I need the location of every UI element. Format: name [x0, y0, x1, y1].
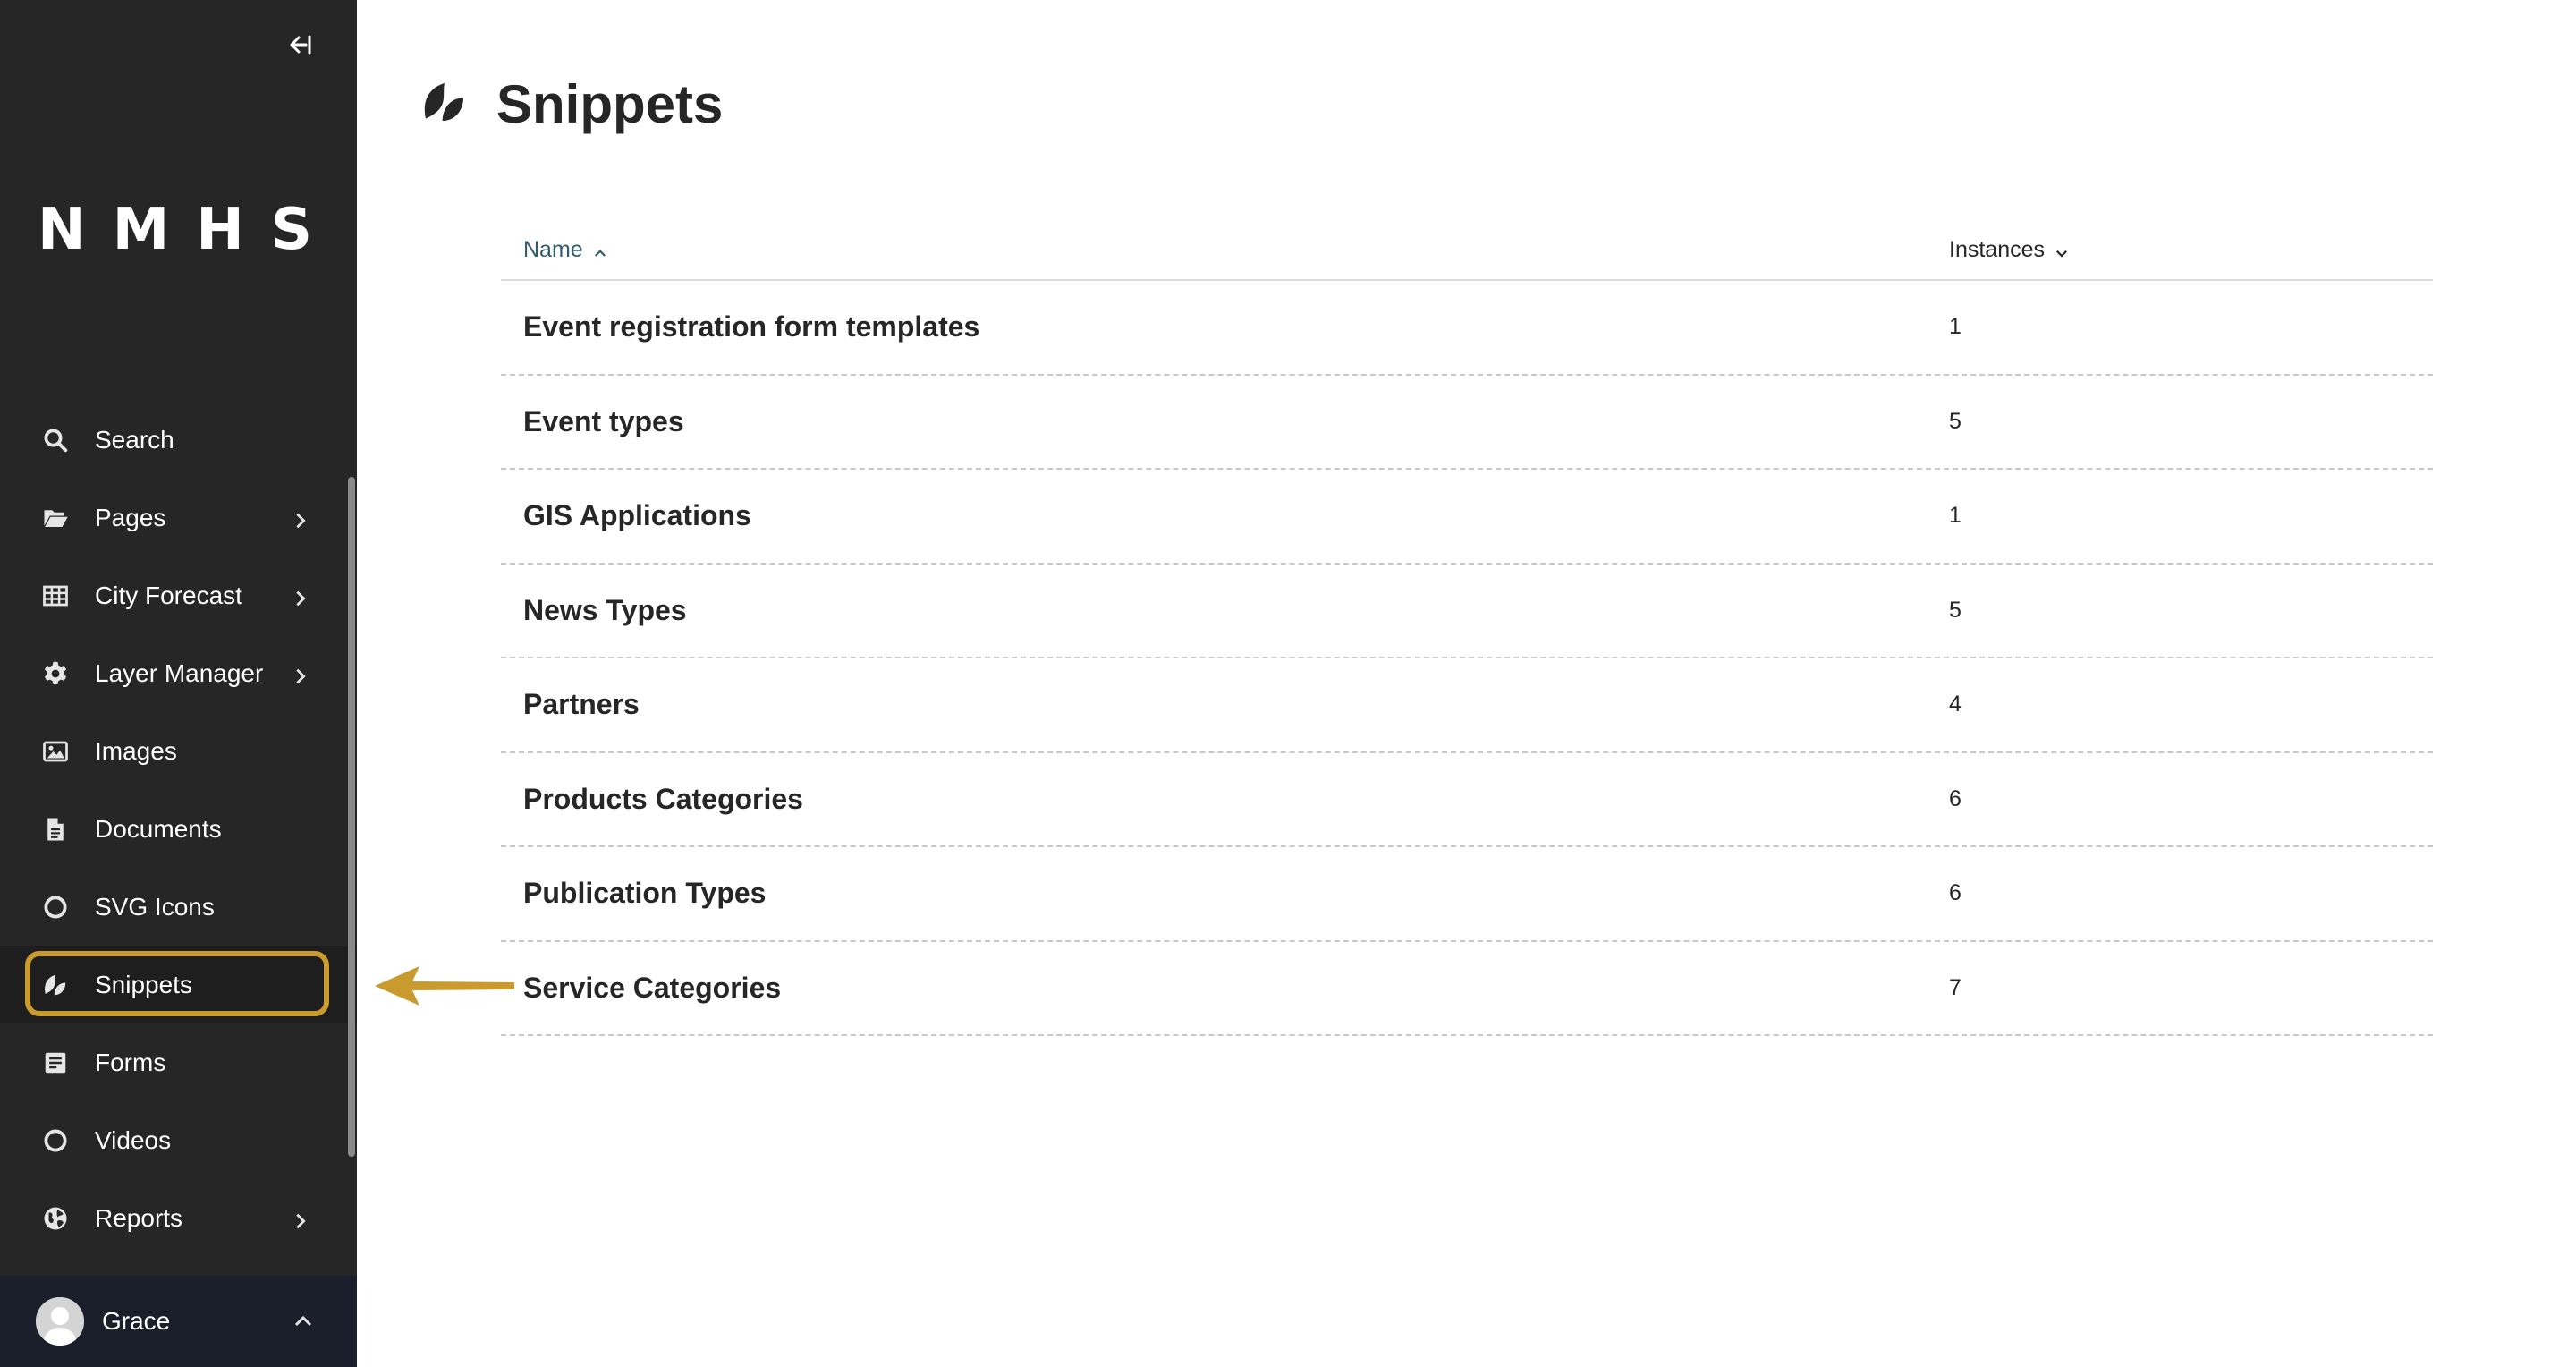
sidebar-scrollbar[interactable]	[348, 477, 355, 1157]
sidebar-item-label: Snippets	[95, 970, 192, 998]
chevron-right-icon	[291, 508, 310, 528]
snippet-name-link[interactable]: GIS Applications	[523, 470, 751, 563]
user-avatar-icon	[36, 1297, 84, 1346]
column-header-label: Name	[523, 236, 583, 262]
sidebar-item-label: Forms	[95, 1048, 166, 1076]
snippet-name-link[interactable]: Partners	[523, 658, 640, 751]
snippet-name-link[interactable]: Event registration form templates	[523, 281, 979, 374]
instance-count: 1	[1949, 503, 1962, 529]
sidebar-item-pages[interactable]: Pages	[0, 479, 357, 556]
chevron-right-icon	[291, 664, 310, 684]
app: NMHS Search Pages City Forecast Layer Ma…	[0, 0, 2576, 1367]
sidebar-item-label: Documents	[95, 814, 222, 843]
search-icon	[39, 424, 72, 456]
column-header-instances[interactable]: Instances	[1949, 218, 2070, 281]
table-header: Name Instances	[501, 218, 2433, 281]
sidebar-item-label: Images	[95, 736, 177, 765]
document-icon	[39, 813, 72, 845]
account-name: Grace	[102, 1307, 171, 1335]
sidebar: NMHS Search Pages City Forecast Layer Ma…	[0, 0, 357, 1367]
snippets-table: Name Instances Event registration form t…	[501, 218, 2433, 1036]
instance-count: 7	[1949, 974, 1962, 1000]
sidebar-item-city-forecast[interactable]: City Forecast	[0, 556, 357, 634]
sidebar-item-label: Videos	[95, 1125, 172, 1154]
sidebar-item-label: SVG Icons	[95, 892, 215, 921]
globe-icon	[39, 1202, 72, 1235]
sidebar-item-layer-manager[interactable]: Layer Manager	[0, 634, 357, 712]
table-row[interactable]: Event registration form templates 1	[501, 281, 2433, 376]
folder-open-icon	[39, 502, 72, 534]
sidebar-item-svg-icons[interactable]: SVG Icons	[0, 868, 357, 946]
instance-count: 4	[1949, 692, 1962, 717]
snippet-name-link[interactable]: Event types	[523, 376, 684, 469]
sidebar-item-snippets[interactable]: Snippets	[0, 946, 357, 1023]
sidebar-item-documents[interactable]: Documents	[0, 790, 357, 868]
table-row[interactable]: GIS Applications 1	[501, 470, 2433, 565]
sort-ascending-icon	[592, 242, 608, 258]
instance-count: 1	[1949, 314, 1962, 340]
table-row[interactable]: News Types 5	[501, 565, 2433, 658]
column-header-name[interactable]: Name	[523, 218, 608, 281]
snippet-name-link[interactable]: Products Categories	[523, 753, 803, 846]
table-row[interactable]: Products Categories 6	[501, 753, 2433, 847]
sidebar-item-forms[interactable]: Forms	[0, 1023, 357, 1101]
annotation-arrow-icon	[375, 966, 514, 1006]
collapse-sidebar-button[interactable]	[277, 27, 320, 63]
image-icon	[39, 735, 72, 768]
instance-count: 5	[1949, 597, 1962, 623]
circle-icon	[39, 891, 72, 923]
table-row[interactable]: Event types 5	[501, 376, 2433, 470]
sidebar-item-search[interactable]: Search	[0, 401, 357, 479]
site-logo[interactable]: NMHS	[0, 197, 357, 263]
chevron-up-icon	[292, 1311, 314, 1332]
sidebar-item-label: Reports	[95, 1203, 183, 1232]
table-row[interactable]: Service Categories 7	[501, 942, 2433, 1036]
sidebar-item-images[interactable]: Images	[0, 712, 357, 790]
account-menu[interactable]: Grace	[0, 1276, 357, 1367]
instance-count: 6	[1949, 880, 1962, 906]
collapse-left-icon	[290, 35, 311, 55]
instance-count: 6	[1949, 785, 1962, 811]
sort-descending-icon	[2054, 242, 2070, 258]
snippet-name-link[interactable]: Service Categories	[523, 942, 781, 1035]
page-header: Snippets	[419, 73, 723, 135]
column-header-label: Instances	[1949, 236, 2046, 262]
sidebar-item-reports[interactable]: Reports	[0, 1179, 357, 1257]
cog-icon	[39, 658, 72, 690]
instance-count: 5	[1949, 408, 1962, 434]
table-icon	[39, 580, 72, 612]
sidebar-menu: Search Pages City Forecast Layer Manager…	[0, 401, 357, 1257]
avatar	[36, 1297, 84, 1346]
sidebar-item-label: Pages	[95, 503, 166, 531]
circle-icon	[39, 1125, 72, 1157]
sidebar-item-label: Search	[95, 425, 174, 454]
snippet-icon	[419, 77, 470, 132]
table-row[interactable]: Publication Types 6	[501, 847, 2433, 942]
page-title: Snippets	[496, 74, 724, 134]
snippet-name-link[interactable]: Publication Types	[523, 847, 766, 940]
snippet-name-link[interactable]: News Types	[523, 565, 687, 658]
sidebar-item-label: City Forecast	[95, 581, 242, 609]
main-content: Snippets Name Instances Event registrati…	[357, 0, 2576, 1367]
table-row[interactable]: Partners 4	[501, 658, 2433, 753]
snippet-icon	[39, 969, 72, 1001]
chevron-right-icon	[291, 586, 310, 606]
sidebar-item-videos[interactable]: Videos	[0, 1101, 357, 1179]
sidebar-item-label: Layer Manager	[95, 658, 264, 687]
chevron-right-icon	[291, 1209, 310, 1228]
form-icon	[39, 1047, 72, 1079]
